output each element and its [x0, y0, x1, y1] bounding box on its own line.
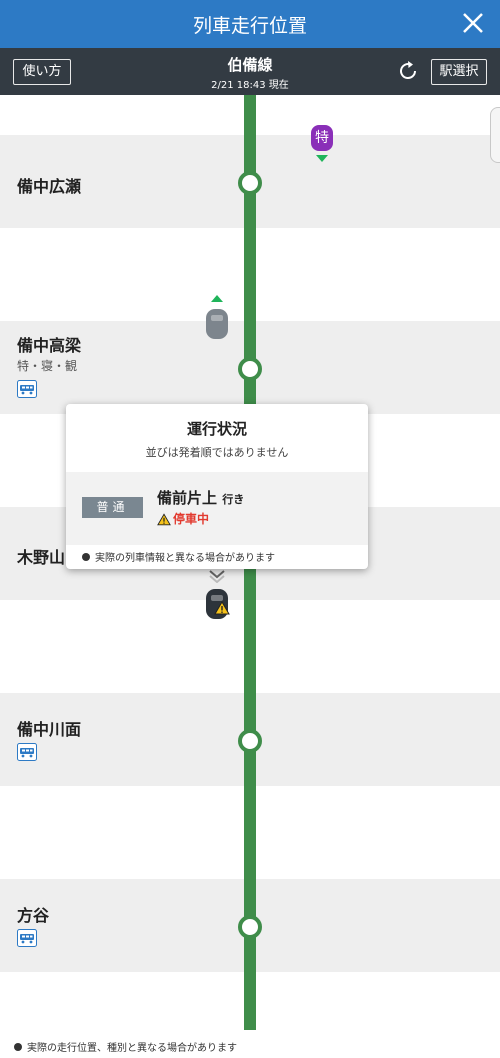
close-icon[interactable]	[460, 10, 486, 36]
bullet-icon	[82, 553, 90, 561]
station-select-button[interactable]: 駅選択	[431, 59, 487, 85]
train-map[interactable]: 備中広瀬 備中高梁 特・寝・観 木野山 備中川面 方谷 特	[0, 95, 500, 1058]
train-row[interactable]: 普通 備前片上 行き 停車中	[66, 472, 368, 545]
station-name[interactable]: 木野山	[17, 544, 65, 568]
chevron-down-icon	[209, 570, 225, 583]
direction-down-icon	[316, 155, 328, 162]
line-name: 伯備線	[227, 56, 273, 74]
scroll-handle[interactable]	[490, 107, 500, 163]
destination: 備前片上 行き	[157, 487, 244, 508]
local-train-icon[interactable]	[206, 309, 228, 339]
bus-icon[interactable]	[17, 743, 37, 761]
footer-note: 実際の走行位置、種別と異なる場合があります	[14, 1039, 237, 1054]
train-status: 停車中	[157, 510, 209, 527]
line-header: 使い方 伯備線 2/21 18:43 現在 駅選択	[0, 48, 500, 95]
bus-icon[interactable]	[17, 929, 37, 947]
warning-icon	[157, 513, 171, 526]
popup-footer-note: 実際の列車情報と異なる場合があります	[95, 553, 275, 564]
destination-suffix: 行き	[222, 493, 245, 506]
station-name[interactable]: 備中川面	[17, 716, 81, 740]
station-marker[interactable]	[238, 729, 262, 753]
destination-name: 備前片上	[157, 489, 218, 507]
updated-time: 2/21 18:43 現在	[211, 80, 289, 91]
station-marker[interactable]	[238, 171, 262, 195]
station-name[interactable]: 備中広瀬	[17, 173, 81, 197]
popup-note: 並びは発着順ではありません	[145, 446, 289, 459]
station-name[interactable]: 備中高梁	[17, 332, 81, 356]
popup-header: 運行状況 並びは発着順ではありません	[66, 404, 368, 472]
train-types: 特・寝・観	[17, 359, 78, 373]
limited-express-train[interactable]: 特	[311, 125, 333, 151]
warning-icon	[214, 601, 230, 615]
bullet-icon	[14, 1043, 22, 1051]
footer-note-text: 実際の走行位置、種別と異なる場合があります	[27, 1043, 237, 1054]
bus-icon[interactable]	[17, 380, 37, 398]
station-marker[interactable]	[238, 357, 262, 381]
page-title: 列車走行位置	[192, 15, 307, 37]
direction-up-icon	[211, 295, 223, 302]
popup-footer: 実際の列車情報と異なる場合があります	[82, 549, 275, 564]
status-text: 停車中	[173, 512, 210, 526]
train-status-popup[interactable]: 運行状況 並びは発着順ではありません 普通 備前片上 行き 停車中 実際の列車情…	[66, 404, 368, 569]
title-bar: 列車走行位置	[0, 0, 500, 48]
station-name[interactable]: 方谷	[17, 902, 49, 926]
station-marker[interactable]	[238, 915, 262, 939]
popup-title: 運行状況	[186, 420, 247, 438]
refresh-icon[interactable]	[396, 59, 420, 83]
train-kind-badge: 普通	[82, 497, 143, 518]
